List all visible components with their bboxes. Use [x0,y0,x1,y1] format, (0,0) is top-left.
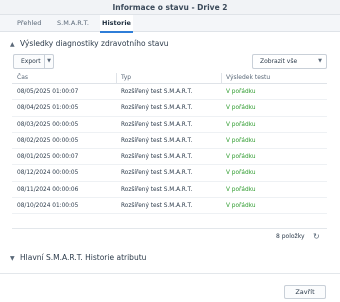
cell-time: 08/01/2025 00:00:07 [17,154,79,161]
cell-result: V pořádku [226,105,256,112]
cell-time: 08/11/2024 00:00:06 [17,186,79,193]
table-row[interactable]: 08/02/2025 00:00:05 Rozšířený test S.M.A… [12,133,327,150]
cell-result: V pořádku [226,89,256,95]
cell-result: V pořádku [226,186,256,193]
tab-overview[interactable]: Přehled [15,15,43,32]
table-row[interactable]: 08/04/2025 01:00:05 Rozšířený test S.M.A… [12,100,327,117]
cell-type: Rozšířený test S.M.A.R.T. [121,121,193,128]
cell-type: Rozšířený test S.M.A.R.T. [121,89,193,95]
cell-type: Rozšířený test S.M.A.R.T. [121,186,193,193]
column-header-result[interactable]: Výsledek testu [226,72,270,83]
table-footer-divider [12,228,327,229]
cell-type: Rozšířený test S.M.A.R.T. [121,203,193,210]
close-button[interactable]: Zavřít [284,285,326,299]
cell-time: 08/03/2025 00:00:05 [17,121,79,128]
table-row[interactable]: 08/10/2024 01:00:05 Rozšířený test S.M.A… [12,198,327,215]
cell-type: Rozšířený test S.M.A.R.T. [121,105,193,112]
cell-type: Rozšířený test S.M.A.R.T. [121,137,193,144]
chevron-up-icon: ▲ [10,41,15,48]
cell-result: V pořádku [226,121,256,128]
refresh-icon[interactable]: ↻ [313,232,320,241]
column-divider[interactable] [116,73,117,83]
column-divider[interactable] [221,73,222,83]
cell-time: 08/12/2024 00:00:05 [17,170,79,177]
caret-down-icon: ▼ [318,58,322,64]
section-health-results-header[interactable]: ▲ Výsledky diagnostiky zdravotního stavu [10,38,169,50]
section-smart-history-header[interactable]: ▼ Hlavní S.M.A.R.T. Historie atributu [10,252,146,264]
cell-time: 08/10/2024 01:00:05 [17,203,79,210]
cell-type: Rozšířený test S.M.A.R.T. [121,170,193,177]
table-row[interactable]: 08/01/2025 00:00:07 Rozšířený test S.M.A… [12,149,327,166]
export-label: Export [21,58,41,65]
export-button[interactable]: Export ▼ [13,54,54,69]
cell-result: V pořádku [226,170,256,177]
footer-divider [0,273,340,274]
tab-smart[interactable]: S.M.A.R.T. [55,15,91,32]
chevron-down-icon: ▼ [10,255,15,262]
table-row[interactable]: 08/11/2024 00:00:06 Rozšířený test S.M.A… [12,182,327,199]
cell-result: V pořádku [226,203,256,210]
cell-time: 08/02/2025 00:00:05 [17,137,79,144]
column-header-type[interactable]: Typ [121,72,131,83]
filter-value: Zobrazit vše [260,58,298,65]
column-header-time[interactable]: Čas [17,72,28,83]
history-table: Čas Typ Výsledek testu 08/05/2025 01:00:… [12,72,327,215]
cell-time: 08/04/2025 01:00:05 [17,105,79,112]
table-row[interactable]: 08/03/2025 00:00:05 Rozšířený test S.M.A… [12,117,327,133]
table-header: Čas Typ Výsledek testu [12,72,327,84]
cell-result: V pořádku [226,137,256,144]
section-smart-history-title: Hlavní S.M.A.R.T. Historie atributu [20,253,147,262]
cell-type: Rozšířený test S.M.A.R.T. [121,154,193,161]
filter-select[interactable]: Zobrazit vše ▼ [252,54,327,69]
cell-result: V pořádku [226,154,256,161]
tab-history[interactable]: Historie [100,15,133,33]
cell-time: 08/05/2025 01:00:07 [17,89,79,95]
section-health-results-title: Výsledky diagnostiky zdravotního stavu [20,39,169,48]
caret-down-icon[interactable]: ▼ [44,55,53,68]
item-count: 8 položky [276,233,305,240]
window-title: Informace o stavu - Drive 2 [0,0,340,15]
tab-bar: Přehled S.M.A.R.T. Historie [0,15,340,33]
table-row[interactable]: 08/05/2025 01:00:07 Rozšířený test S.M.A… [12,84,327,101]
table-row[interactable]: 08/12/2024 00:00:05 Rozšířený test S.M.A… [12,165,327,182]
